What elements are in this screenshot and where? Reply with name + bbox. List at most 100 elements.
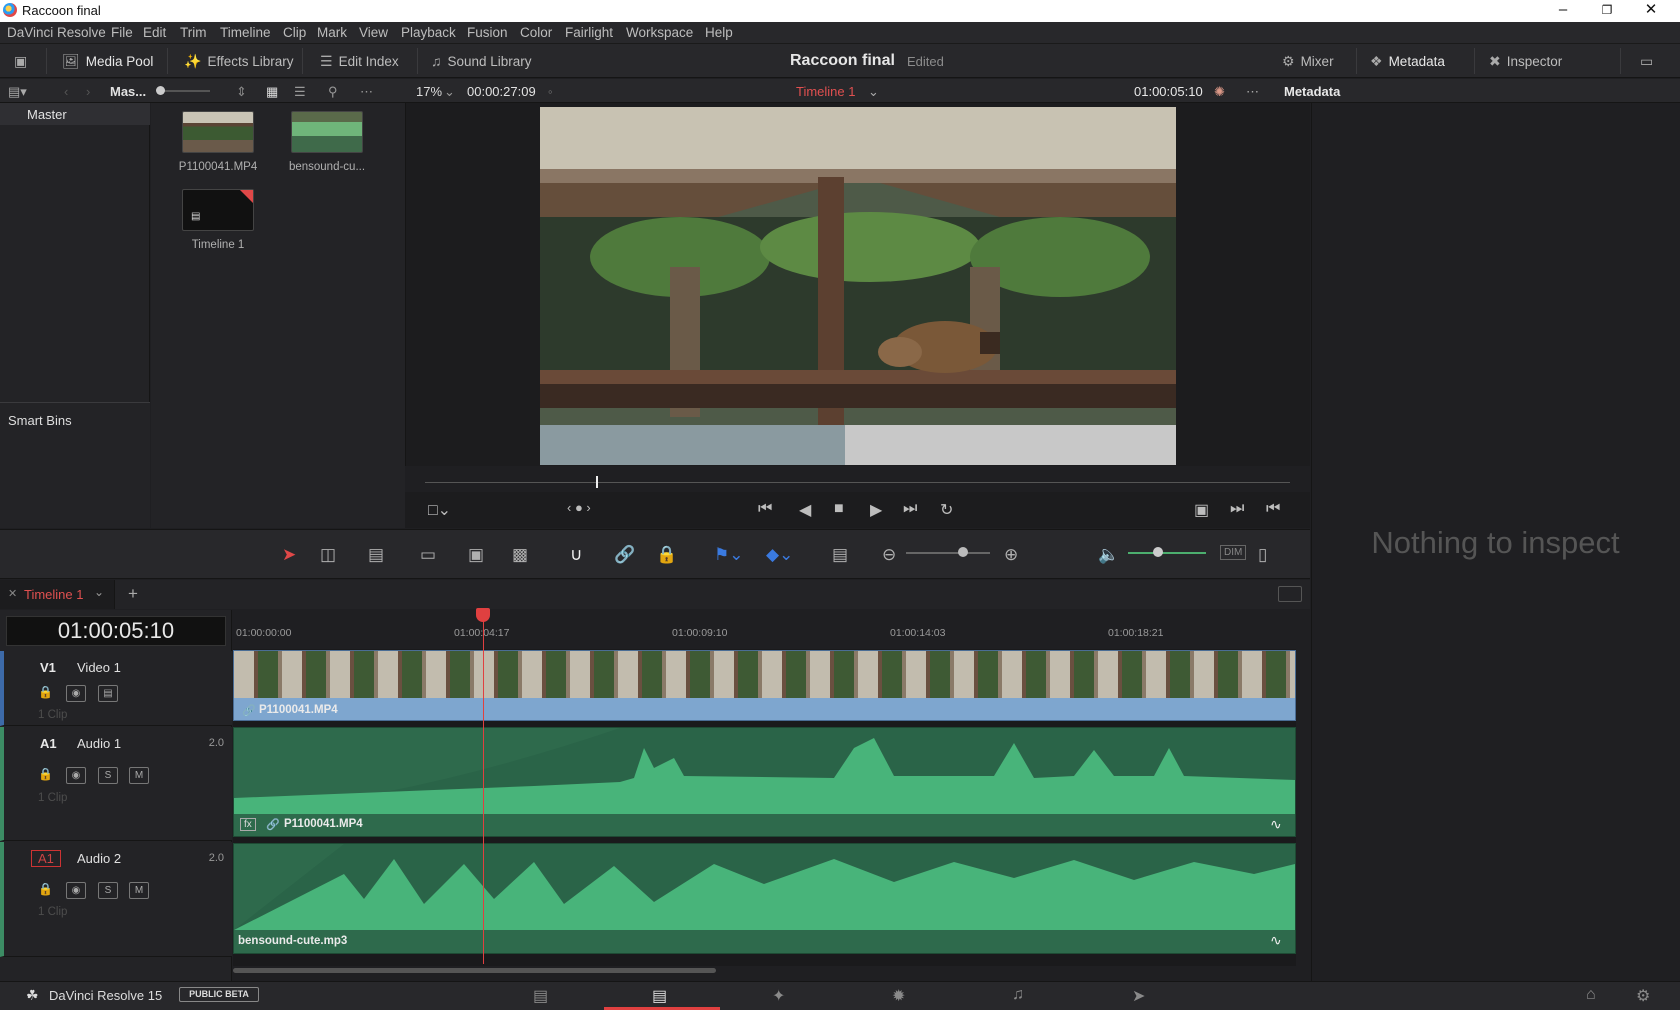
menu-file[interactable]: File — [111, 25, 133, 40]
gear-icon[interactable]: ⚙ — [1636, 986, 1650, 1006]
menu-timeline[interactable]: Timeline — [220, 25, 271, 40]
previous-edit-icon[interactable]: ⏮ — [1266, 500, 1280, 518]
add-timeline-icon[interactable]: + — [128, 584, 138, 604]
menu-davinci[interactable]: DaVinci Resolve — [7, 25, 106, 40]
close-icon[interactable]: ✕ — [1628, 0, 1674, 22]
go-to-start-icon[interactable]: ⏮ — [758, 500, 772, 518]
mixer-button[interactable]: ⚙ Mixer — [1282, 51, 1334, 71]
mute-button[interactable]: M — [129, 882, 149, 899]
bin-item-master[interactable]: Master — [0, 103, 150, 125]
viewer-scrub-bar[interactable] — [425, 482, 1290, 483]
effects-library-button[interactable]: ✨ Effects Library — [184, 51, 293, 71]
zoom-out-icon[interactable]: ⊖ — [882, 545, 896, 565]
media-clip[interactable]: P1100041.MP4 — [163, 111, 273, 173]
media-pool-button[interactable]: 🖼 Media Pool — [62, 51, 153, 71]
timeline-selector[interactable]: Timeline 1 — [796, 84, 855, 99]
menu-workspace[interactable]: Workspace — [626, 25, 693, 40]
curve-icon[interactable]: ∿ — [1270, 932, 1282, 949]
inspector-button[interactable]: ✖ Inspector — [1489, 51, 1562, 71]
timeline-zoom-slider[interactable] — [906, 552, 990, 554]
minimize-icon[interactable]: – — [1540, 0, 1586, 22]
volume-slider-handle[interactable] — [1153, 547, 1163, 557]
edit-page-icon[interactable]: ▤ — [652, 986, 667, 1006]
zoom-in-icon[interactable]: ⊕ — [1004, 545, 1018, 565]
stop-icon[interactable]: ■ — [834, 500, 844, 518]
viewer-options-icon[interactable]: ⋯ — [1246, 84, 1259, 100]
timeline-zoom-handle[interactable] — [958, 547, 968, 557]
sound-library-button[interactable]: ♫ Sound Library — [431, 51, 532, 71]
lock-icon[interactable]: 🔒 — [38, 685, 53, 699]
track-header-a1[interactable]: A1 Audio 1 2.0 🔒 ◉ S M 1 Clip — [0, 727, 232, 841]
overwrite-clip-icon[interactable]: ▣ — [468, 545, 484, 565]
menu-fusion[interactable]: Fusion — [467, 25, 508, 40]
blade-tool-icon[interactable]: ▤ — [368, 545, 384, 565]
volume-slider[interactable] — [1128, 552, 1206, 554]
nav-back-icon[interactable]: ‹ — [64, 84, 68, 99]
playhead-line[interactable] — [483, 612, 484, 964]
solo-button[interactable]: S — [98, 767, 118, 784]
media-clip[interactable]: bensound-cu... — [272, 111, 382, 173]
play-reverse-icon[interactable]: ◀ — [799, 500, 811, 520]
viewer-zoom[interactable]: 17% — [416, 84, 442, 99]
volume-icon[interactable]: 🔈 — [1098, 545, 1119, 565]
lock-icon[interactable]: 🔒 — [38, 882, 53, 896]
viewer-playhead[interactable] — [596, 476, 598, 488]
menu-view[interactable]: View — [359, 25, 388, 40]
close-tab-icon[interactable]: ✕ — [8, 587, 17, 600]
go-to-end-icon[interactable]: ⏭ — [903, 500, 917, 518]
timeline-scrollbar[interactable] — [233, 968, 716, 973]
video-clip[interactable]: 🔗 P1100041.MP4 — [233, 650, 1296, 721]
disable-track-icon[interactable]: ▤ — [98, 685, 118, 702]
thumb-size-slider[interactable] — [160, 90, 210, 92]
insert-clip-icon[interactable]: ▭ — [420, 545, 436, 565]
menu-help[interactable]: Help — [705, 25, 733, 40]
curve-icon[interactable]: ∿ — [1270, 816, 1282, 833]
auto-select-icon[interactable]: ◉ — [66, 882, 86, 899]
edit-index-button[interactable]: ☰ Edit Index — [320, 51, 399, 71]
menu-color[interactable]: Color — [520, 25, 552, 40]
deliver-page-icon[interactable]: ➤ — [1132, 986, 1145, 1006]
menu-trim[interactable]: Trim — [180, 25, 207, 40]
home-icon[interactable]: ⌂ — [1586, 986, 1596, 1004]
fullscreen-button[interactable]: ▭ — [1640, 51, 1653, 71]
chevron-down-icon[interactable]: ⌄ — [868, 84, 879, 100]
view-options-icon[interactable]: □⌄ — [428, 500, 451, 520]
timeline-view-options-icon[interactable]: ▤ — [832, 545, 848, 565]
more-options-icon[interactable]: ⋯ — [360, 84, 373, 100]
trim-tool-icon[interactable]: ◫ — [320, 545, 336, 565]
play-icon[interactable]: ▶ — [870, 500, 882, 520]
search-icon[interactable]: ⚲ — [328, 84, 338, 100]
fairlight-page-icon[interactable]: ♫ — [1012, 986, 1024, 1004]
timeline-layout-icon[interactable] — [1278, 586, 1302, 602]
auto-select-icon[interactable]: ◉ — [66, 767, 86, 784]
tab-timeline-1[interactable]: ✕ Timeline 1 ⌄ — [0, 580, 115, 609]
menu-fairlight[interactable]: Fairlight — [565, 25, 613, 40]
flag-icon[interactable]: ⚑⌄ — [714, 545, 743, 565]
thumb-size-slider-handle[interactable] — [156, 86, 165, 95]
track-header-v1[interactable]: V1 Video 1 🔒 ◉ ▤ 1 Clip — [0, 651, 232, 726]
snapping-icon[interactable]: ∪ — [570, 545, 582, 565]
fusion-page-icon[interactable]: ✦ — [772, 986, 785, 1006]
menu-mark[interactable]: Mark — [317, 25, 347, 40]
playhead-handle[interactable] — [476, 608, 490, 622]
grid-view-icon[interactable]: ▦ — [266, 84, 278, 100]
media-clip[interactable]: ▤ Timeline 1 — [163, 189, 273, 251]
audio-clip[interactable]: bensound-cute.mp3 ∿ — [233, 843, 1296, 954]
list-view-icon[interactable]: ☰ — [294, 84, 306, 100]
track-header-a2[interactable]: A1 Audio 2 2.0 🔒 ◉ S M 1 Clip — [0, 842, 232, 957]
audio-clip[interactable]: fx 🔗 P1100041.MP4 ∿ — [233, 727, 1296, 837]
panel-toggle-button[interactable]: ▣ — [14, 51, 27, 71]
viewer-frame[interactable] — [540, 107, 1176, 465]
menu-clip[interactable]: Clip — [283, 25, 306, 40]
replace-clip-icon[interactable]: ▩ — [512, 545, 528, 565]
marker-icon[interactable]: ◆⌄ — [766, 545, 793, 565]
chevron-down-icon[interactable]: ⌄ — [94, 585, 104, 599]
sort-icon[interactable]: ⇕ — [236, 84, 247, 100]
menu-playback[interactable]: Playback — [401, 25, 456, 40]
selection-tool-icon[interactable]: ➤ — [282, 545, 296, 565]
solo-button[interactable]: S — [98, 882, 118, 899]
color-wheel-icon[interactable]: ✺ — [1214, 84, 1225, 100]
loop-icon[interactable]: ↻ — [940, 500, 953, 520]
auto-select-icon[interactable]: ◉ — [66, 685, 86, 702]
bin-list-toggle-icon[interactable]: ▤▾ — [8, 84, 27, 100]
